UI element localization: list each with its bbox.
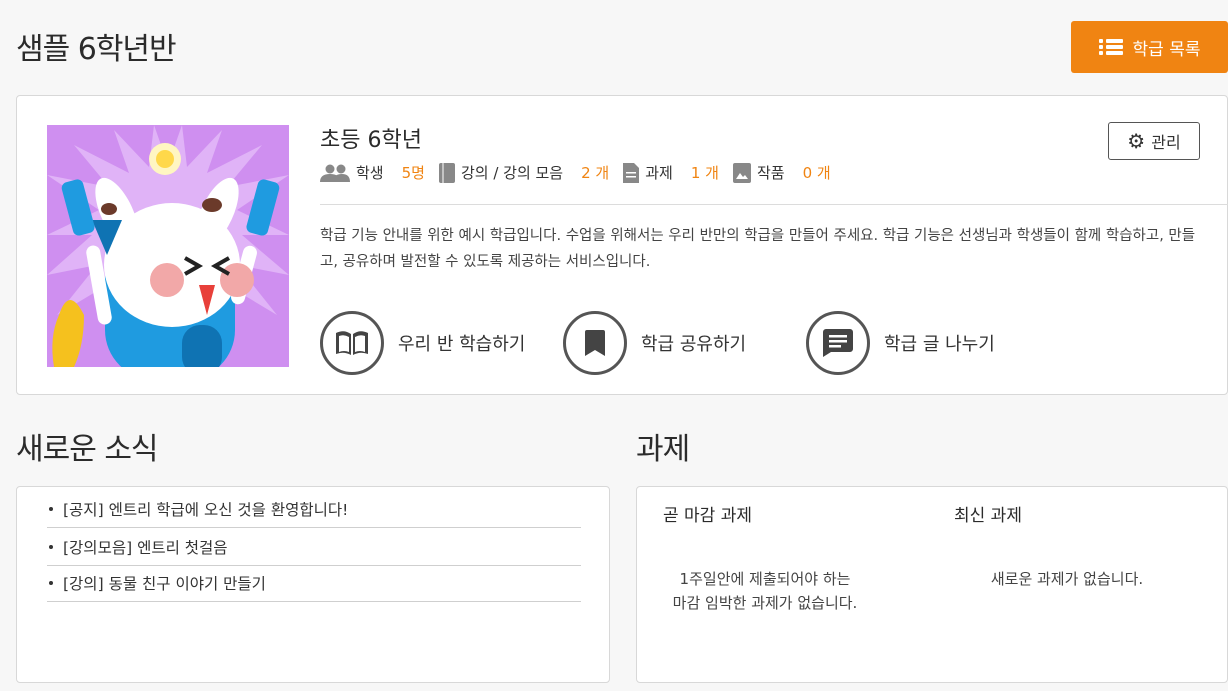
news-item[interactable]: [강의] 동물 친구 이야기 만들기 (47, 565, 581, 602)
people-icon (320, 164, 350, 182)
news-tag: [강의] (63, 575, 104, 593)
bullet-icon (49, 545, 53, 549)
stat-label: 학생 (356, 164, 384, 182)
stat-label: 과제 (645, 164, 673, 182)
news-text: 엔트리 학급에 오신 것을 환영합니다! (108, 501, 349, 519)
board-button-label: 학급 글 나누기 (884, 334, 995, 355)
tasks-section-title: 과제 (636, 432, 690, 467)
news-list: [공지] 엔트리 학급에 오신 것을 환영합니다! [강의모음] 엔트리 첫걸음… (16, 486, 610, 683)
news-text: 동물 친구 이야기 만들기 (108, 575, 266, 593)
document-icon (623, 162, 640, 183)
due-empty-line2: 마감 임박한 과제가 없습니다. (672, 594, 858, 612)
bullet-icon (49, 581, 53, 585)
stat-students: 학생 5명 (320, 162, 425, 183)
board-button[interactable]: 학급 글 나누기 (806, 311, 995, 375)
news-section-title: 새로운 소식 (16, 432, 159, 467)
due-tasks-empty: 1주일안에 제출되어야 하는 마감 임박한 과제가 없습니다. (657, 567, 873, 615)
divider (320, 204, 1228, 205)
news-item[interactable]: [공지] 엔트리 학급에 오신 것을 환영합니다! (47, 491, 581, 528)
study-button-label: 우리 반 학습하기 (398, 334, 526, 355)
class-list-button[interactable]: 학급 목록 (1071, 21, 1228, 73)
due-tasks-title: 곧 마감 과제 (663, 506, 753, 526)
stat-count: 0 개 (802, 164, 831, 182)
tasks-panel: 곧 마감 과제 최신 과제 1주일안에 제출되어야 하는 마감 임박한 과제가 … (636, 486, 1228, 683)
study-button[interactable]: 우리 반 학습하기 (320, 311, 525, 375)
stat-count: 1 개 (690, 164, 719, 182)
book-icon (438, 162, 455, 183)
stat-count: 5명 (401, 164, 425, 182)
manage-button-label: 관리 (1151, 133, 1181, 152)
stat-label: 작품 (756, 164, 785, 182)
class-stats: 학생 5명 강의 / 강의 모음 2 개 과제 1 개 작품 0 개 (320, 162, 845, 183)
news-tag: [공지] (63, 501, 104, 519)
class-thumbnail (47, 125, 289, 367)
class-card: 초등 6학년 ⚙ 관리 학생 5명 강의 / 강의 모음 2 개 과제 1 개 … (16, 95, 1228, 395)
stat-label: 강의 / 강의 모음 (460, 164, 564, 182)
chat-icon (806, 311, 870, 375)
class-name: 초등 6학년 (320, 128, 422, 153)
bookmark-icon (563, 311, 627, 375)
class-description: 학급 기능 안내를 위한 예시 학급입니다. 수업을 위해서는 우리 반만의 학… (320, 228, 1196, 270)
list-icon (1098, 38, 1123, 56)
stat-count: 2 개 (581, 164, 610, 182)
news-item[interactable]: [강의모음] 엔트리 첫걸음 (47, 529, 581, 566)
gear-icon: ⚙ (1127, 129, 1146, 153)
share-button[interactable]: 학급 공유하기 (563, 311, 746, 375)
manage-button[interactable]: ⚙ 관리 (1108, 122, 1200, 160)
news-tag: [강의모음] (63, 539, 133, 557)
stat-works: 작품 0 개 (732, 162, 831, 183)
class-list-button-label: 학급 목록 (1132, 39, 1201, 60)
news-text: 엔트리 첫걸음 (137, 539, 228, 557)
share-button-label: 학급 공유하기 (641, 334, 747, 355)
image-icon (732, 162, 751, 183)
recent-tasks-empty: 새로운 과제가 없습니다. (990, 570, 1144, 588)
bullet-icon (49, 507, 53, 511)
open-book-icon (320, 311, 384, 375)
recent-tasks-title: 최신 과제 (954, 506, 1022, 526)
page-title: 샘플 6학년반 (16, 32, 177, 67)
stat-tasks: 과제 1 개 (623, 162, 719, 183)
due-empty-line1: 1주일안에 제출되어야 하는 (679, 570, 851, 588)
stat-lectures: 강의 / 강의 모음 2 개 (438, 162, 610, 183)
